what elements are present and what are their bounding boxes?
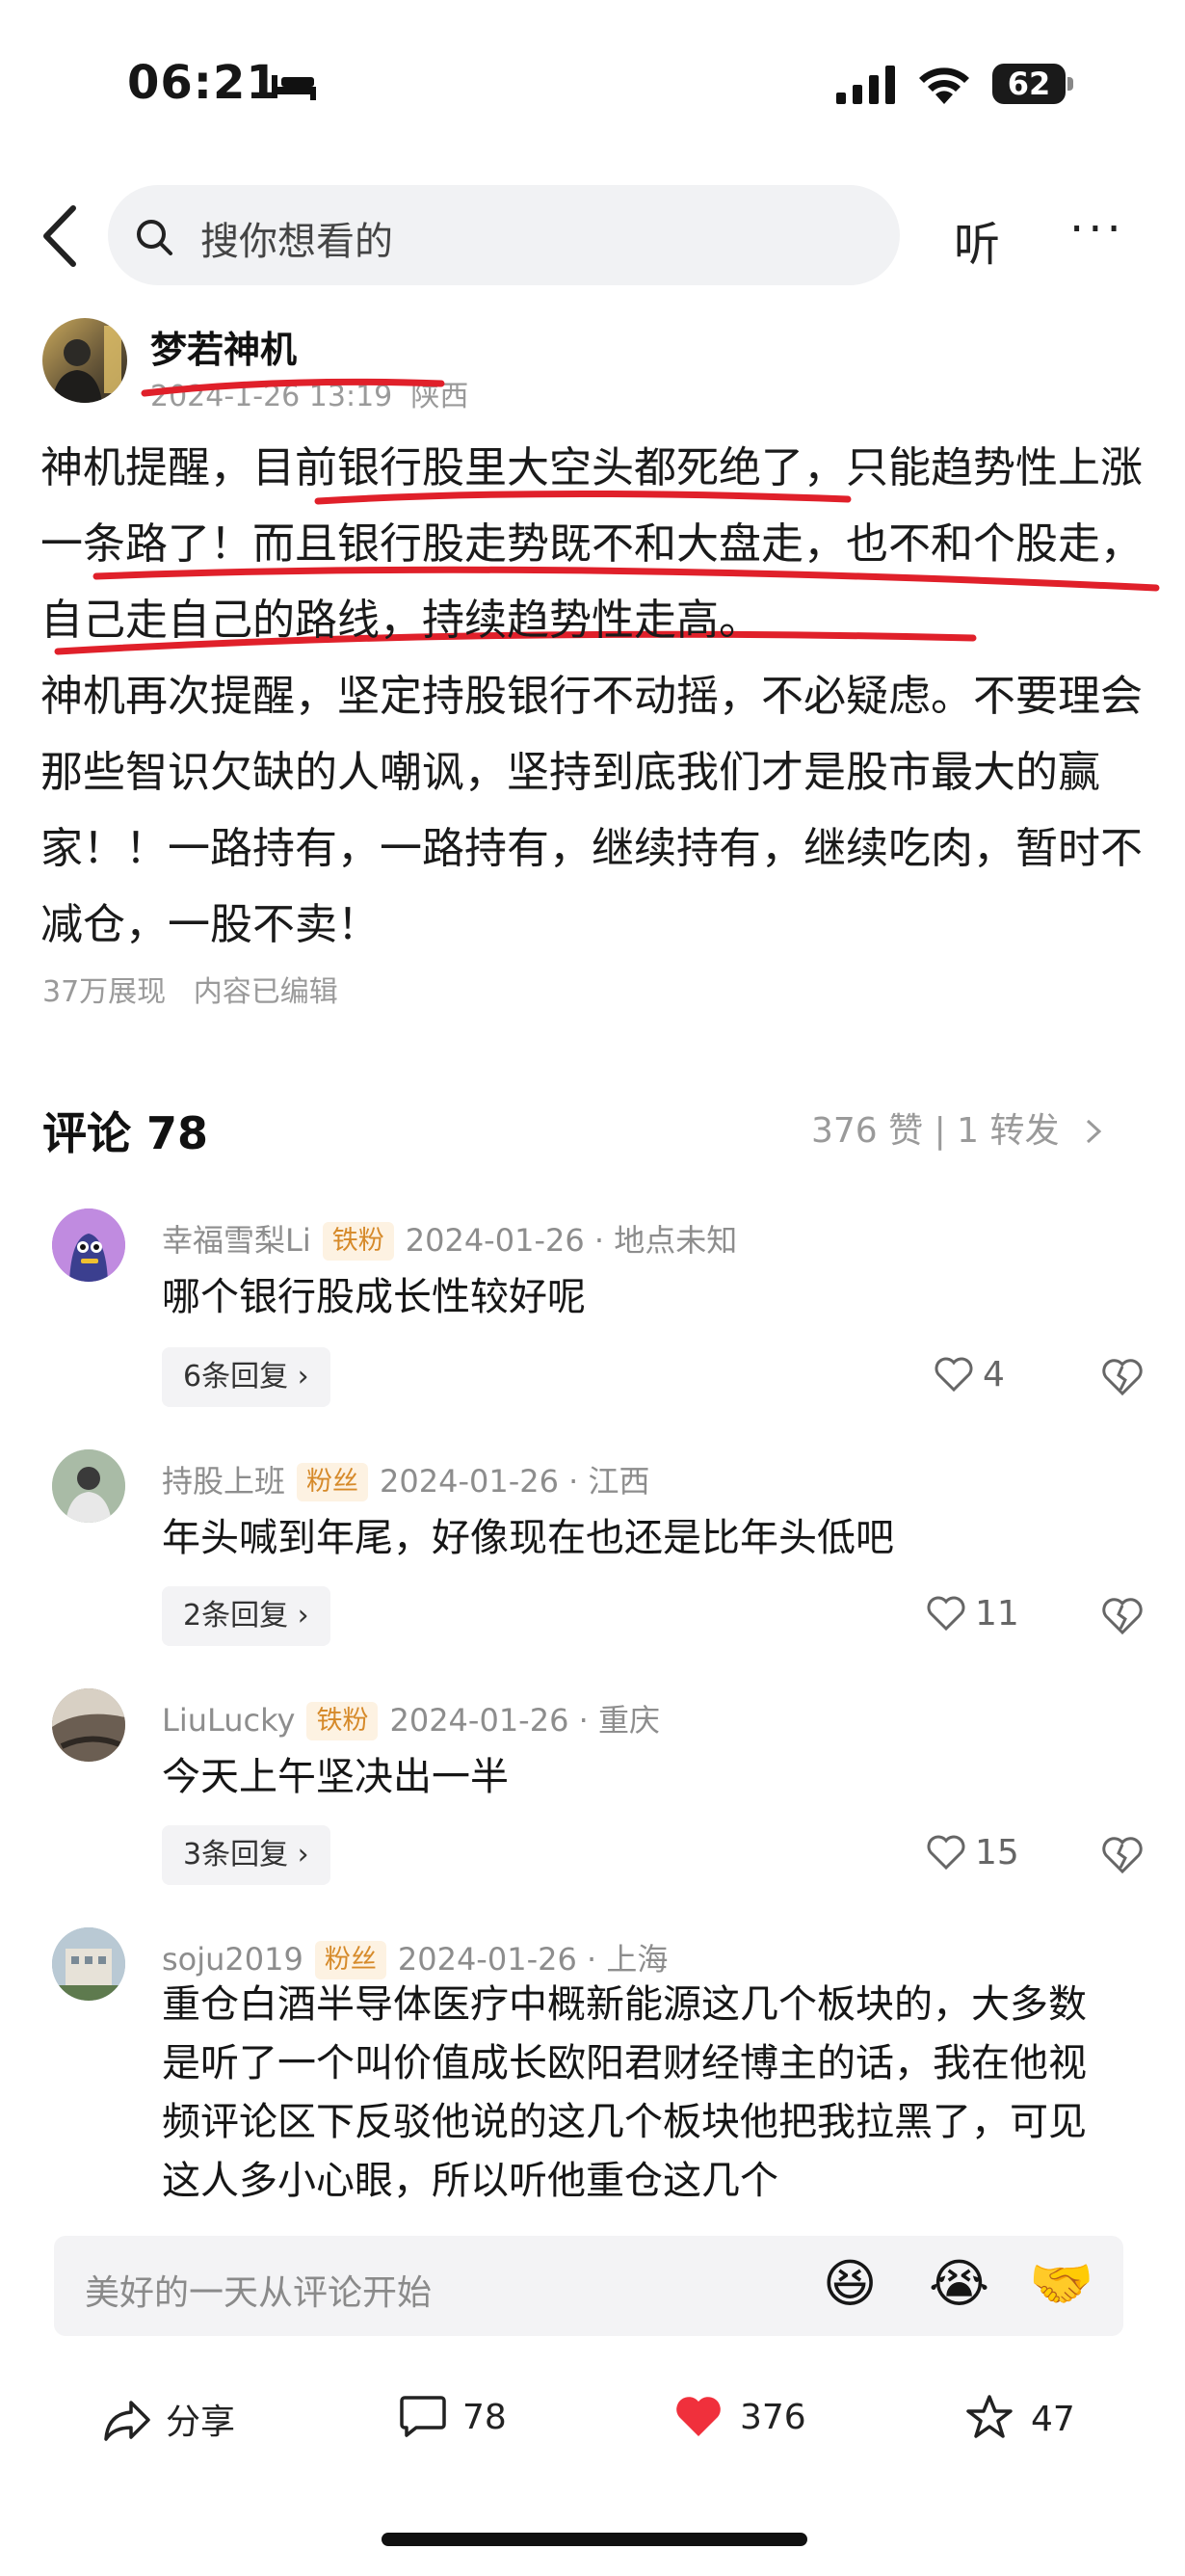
share-icon <box>104 2401 150 2441</box>
edited-label: 内容已编辑 <box>193 975 338 1009</box>
comment-like-button[interactable]: 11 <box>927 1594 1019 1633</box>
photo-avatar-icon <box>52 1688 125 1762</box>
comment-text: 今天上午坚决出一半 <box>162 1755 509 1799</box>
commenter-avatar[interactable] <box>52 1688 125 1762</box>
comment-text: 年头喊到年尾，好像现在也还是比年头低吧 <box>162 1516 894 1560</box>
crying-emoji-button[interactable]: 😭 <box>929 2253 989 2314</box>
view-replies-button[interactable]: 2条回复 › <box>162 1586 330 1646</box>
comment-bubble-icon <box>400 2396 446 2437</box>
commenter-avatar[interactable] <box>52 1208 125 1282</box>
post-paragraph: 神机提醒，目前银行股里大空头都死绝了，只能趋势性上涨一条路了！而且银行股走势既不… <box>40 443 1143 645</box>
fan-badge: 铁粉 <box>306 1702 379 1740</box>
home-indicator[interactable] <box>382 2533 807 2546</box>
like-count: 4 <box>983 1355 1005 1394</box>
dislike-broken-heart-icon[interactable] <box>1102 1837 1143 1873</box>
reply-count: 3条回复 <box>183 1838 289 1872</box>
comment-input-placeholder: 美好的一天从评论开始 <box>85 2273 433 2313</box>
likes-count: 376 <box>740 2398 806 2437</box>
comment-meta: 2024-01-26 · 重庆 <box>389 1702 660 1739</box>
heart-outline-icon <box>927 1835 965 1870</box>
fan-badge: 铁粉 <box>322 1222 394 1261</box>
reply-count: 2条回复 <box>183 1599 289 1633</box>
like-count: 15 <box>975 1833 1019 1872</box>
heart-filled-icon <box>676 2397 721 2436</box>
commenter-avatar[interactable] <box>52 1449 125 1523</box>
commenter-avatar[interactable] <box>52 1927 125 2001</box>
share-button[interactable]: 分享 <box>102 2394 235 2444</box>
dislike-broken-heart-icon[interactable] <box>1102 1598 1143 1634</box>
view-count: 37万展现 <box>42 975 167 1009</box>
post-paragraph: 神机再次提醒，坚定持股银行不动摇，不必疑虑。不要理会那些智识欠缺的人嘲讽，坚持到… <box>40 672 1143 949</box>
comment-like-button[interactable]: 15 <box>927 1833 1019 1872</box>
comment-user-line: 持股上班 粉丝 2024-01-26 · 江西 <box>162 1457 650 1501</box>
comment-user-line: soju2019 粉丝 2024-01-26 · 上海 <box>162 1935 668 1979</box>
comment-user-line: LiuLucky 铁粉 2024-01-26 · 重庆 <box>162 1696 660 1740</box>
comment-username[interactable]: soju2019 <box>162 1941 303 1978</box>
heart-outline-icon <box>927 1596 965 1631</box>
comment-username[interactable]: 持股上班 <box>162 1463 285 1500</box>
handshake-emoji-button[interactable]: 🤝 <box>1029 2253 1093 2315</box>
comment-username[interactable]: LiuLucky <box>162 1702 295 1739</box>
comment-meta: 2024-01-26 · 地点未知 <box>405 1222 738 1259</box>
reply-count: 6条回复 <box>183 1360 289 1394</box>
heart-outline-icon <box>935 1357 973 1392</box>
laughing-emoji-button[interactable]: 😆 <box>823 2253 877 2314</box>
comment-meta: 2024-01-26 · 上海 <box>397 1941 669 1978</box>
fan-badge: 粉丝 <box>297 1463 369 1501</box>
chevron-right-icon <box>1086 1119 1102 1144</box>
engagement-stats-link[interactable]: 376 赞 | 1 转发 <box>811 1102 1105 1153</box>
comments-button[interactable]: 78 <box>399 2394 507 2438</box>
comment-text: 哪个银行股成长性较好呢 <box>162 1275 586 1319</box>
engagement-stats: 376 赞 | 1 转发 <box>811 1111 1060 1151</box>
fan-badge: 粉丝 <box>314 1941 386 1979</box>
like-button[interactable]: 376 <box>674 2394 806 2438</box>
favorites-count: 47 <box>1031 2400 1075 2439</box>
like-count: 11 <box>975 1594 1019 1633</box>
post-content: 神机提醒，目前银行股里大空头都死绝了，只能趋势性上涨一条路了！而且银行股走势既不… <box>40 430 1148 963</box>
favorite-button[interactable]: 47 <box>965 2394 1075 2440</box>
star-icon <box>966 2395 1013 2438</box>
person-icon <box>52 1449 125 1523</box>
comment-text: 重仓白酒半导体医疗中概新能源这几个板块的，大多数是听了一个叫价值成长欧阳君财经博… <box>162 1982 1087 2203</box>
share-label: 分享 <box>166 2403 236 2442</box>
comment-like-button[interactable]: 4 <box>935 1355 1005 1394</box>
building-photo-icon <box>52 1927 125 2001</box>
cartoon-avatar-icon <box>52 1208 125 1282</box>
view-replies-button[interactable]: 6条回复 › <box>162 1347 330 1407</box>
comment-username[interactable]: 幸福雪梨Li <box>162 1222 311 1259</box>
comment-input[interactable]: 美好的一天从评论开始 😆 😭 🤝 <box>54 2236 1123 2336</box>
post-stats: 37万展现 内容已编辑 <box>42 968 338 1010</box>
view-replies-button[interactable]: 3条回复 › <box>162 1825 330 1885</box>
comments-count: 78 <box>462 2398 507 2437</box>
dislike-broken-heart-icon[interactable] <box>1102 1359 1143 1395</box>
comments-title: 评论 78 <box>42 1107 209 1159</box>
comment-user-line: 幸福雪梨Li 铁粉 2024-01-26 · 地点未知 <box>162 1216 737 1261</box>
comment-meta: 2024-01-26 · 江西 <box>380 1463 650 1500</box>
